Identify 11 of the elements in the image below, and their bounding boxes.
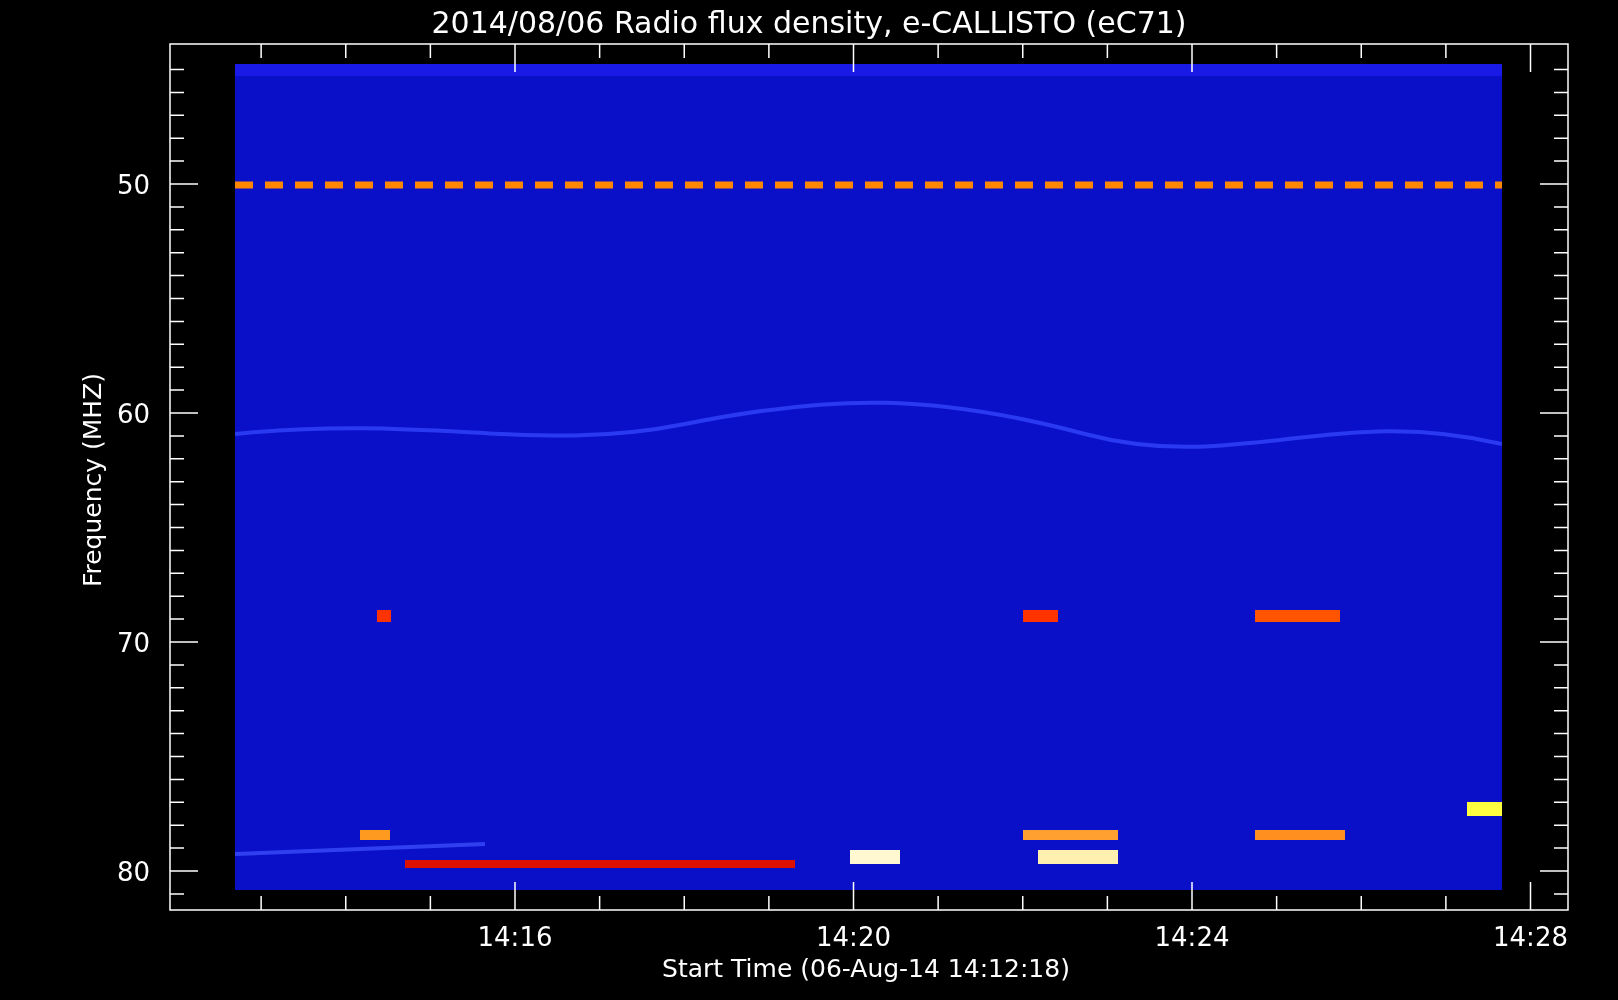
plot-title: 2014/08/06 Radio flux density, e-CALLISTO (eC71) [431,5,1187,40]
y-tick-label: 70 [116,628,150,658]
x-tick-label: 14:20 [816,922,891,952]
y-tick-label: 60 [116,399,150,429]
x-tick-label: 14:16 [477,922,553,952]
y-tick-label: 50 [116,170,150,200]
x-tick-label: 14:28 [1493,922,1568,952]
y-axis-label: Frequency (MHZ) [78,372,107,588]
x-tick-label: 14:24 [1154,922,1230,952]
x-axis-label: Start Time (06-Aug-14 14:12:18) [662,954,1070,983]
y-tick-label: 80 [116,857,150,887]
